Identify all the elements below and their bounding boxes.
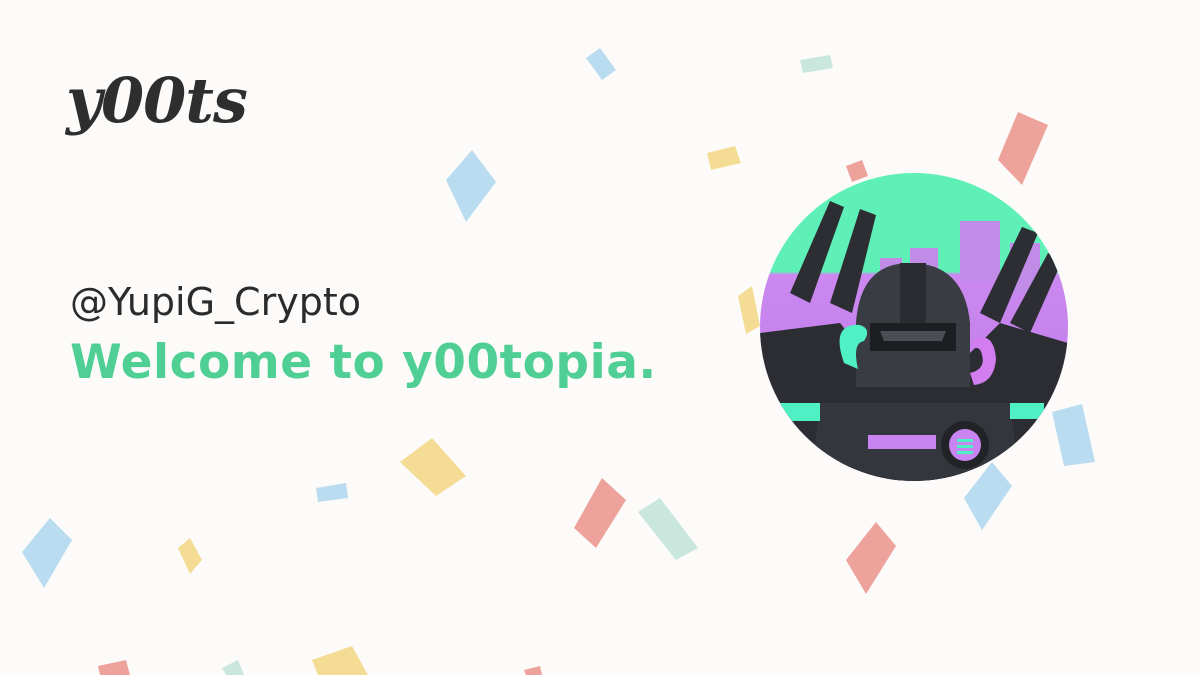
confetti-piece [574,478,626,548]
confetti-piece [800,55,833,73]
confetti-piece [222,660,244,675]
username-handle: @YupiG_Crypto [70,280,361,324]
confetti-piece [446,150,496,222]
confetti-piece [400,438,466,496]
confetti-piece [1052,404,1095,466]
confetti-piece [316,483,348,502]
avatar [760,173,1068,481]
confetti-piece [846,522,896,594]
confetti-piece [707,146,741,170]
confetti-piece [22,518,72,588]
confetti-piece [178,538,202,574]
confetti-piece [98,660,130,675]
avatar-image [760,173,1068,481]
confetti-piece [312,646,368,675]
confetti-piece [524,666,542,675]
confetti-piece [586,48,616,80]
welcome-message: Welcome to y00topia. [70,335,657,390]
y00ts-logo: y00ts [66,64,248,137]
confetti-piece [738,286,760,334]
confetti-piece [638,498,698,560]
confetti-piece [964,462,1012,530]
confetti-piece [846,160,868,182]
confetti-piece [998,112,1048,185]
